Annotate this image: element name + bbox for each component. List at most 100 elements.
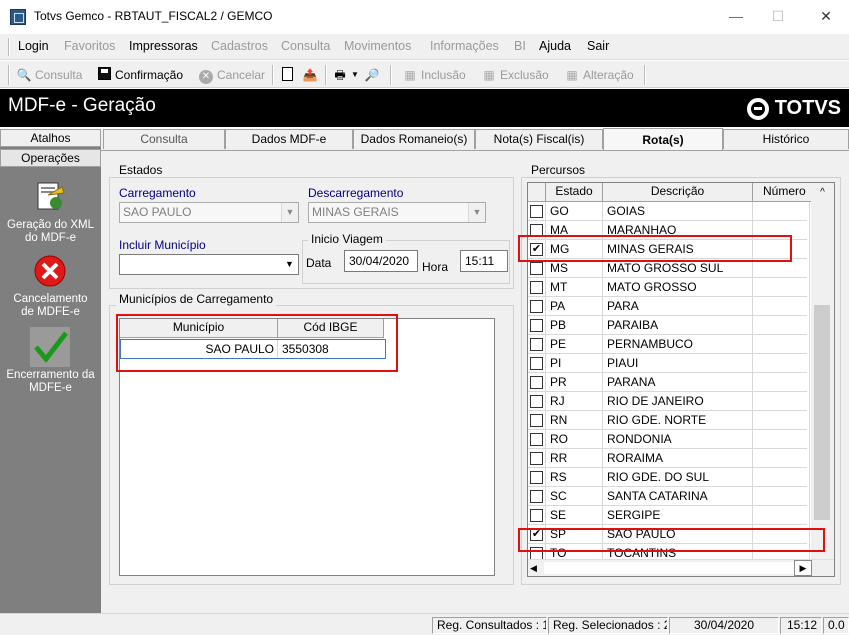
minimize-button[interactable]: —: [716, 4, 756, 28]
numero-cell[interactable]: [753, 449, 810, 468]
row-checkbox[interactable]: [530, 414, 543, 427]
numero-cell[interactable]: [753, 316, 810, 335]
scroll-track[interactable]: [544, 562, 794, 574]
table-row[interactable]: GO GOIAS: [528, 202, 810, 221]
tab-notas-fiscais[interactable]: Nota(s) Fiscal(is): [475, 129, 603, 149]
scroll-thumb[interactable]: [814, 305, 830, 520]
sidebar-item-cancelamento[interactable]: Cancelamento de MDFE-e: [0, 293, 101, 319]
new-document-button[interactable]: [279, 66, 295, 84]
table-row[interactable]: RS RIO GDE. DO SUL: [528, 468, 810, 487]
row-checkbox[interactable]: [530, 490, 543, 503]
numero-cell[interactable]: [753, 506, 810, 525]
inclusao-button[interactable]: ▦ Inclusão: [402, 66, 465, 84]
tab-dados-romaneios[interactable]: Dados Romaneio(s): [353, 129, 475, 149]
checkmark-icon[interactable]: [30, 327, 70, 367]
sidebar-tab-operacoes[interactable]: Operações: [0, 149, 101, 167]
vertical-scrollbar[interactable]: ^: [811, 183, 834, 559]
table-row[interactable]: RN RIO GDE. NORTE: [528, 411, 810, 430]
menu-sair[interactable]: Sair: [587, 39, 609, 53]
sidebar-tab-atalhos[interactable]: Atalhos: [0, 129, 101, 147]
carregamento-select[interactable]: SAO PAULO ▼: [119, 202, 299, 223]
chevron-down-icon[interactable]: ▼: [468, 203, 485, 222]
tab-dados-mdfe[interactable]: Dados MDF-e: [225, 129, 353, 149]
export-button[interactable]: 📤: [302, 66, 318, 84]
row-checkbox[interactable]: [530, 300, 543, 313]
chevron-down-icon[interactable]: ▼: [281, 255, 298, 274]
numero-cell[interactable]: [753, 202, 810, 221]
tab-historico[interactable]: Histórico: [723, 129, 849, 149]
tab-consulta[interactable]: Consulta: [103, 129, 225, 149]
row-checkbox[interactable]: [530, 509, 543, 522]
col-estado[interactable]: Estado: [546, 183, 603, 202]
xml-generate-icon[interactable]: [30, 177, 70, 217]
menu-bi[interactable]: BI: [514, 39, 526, 53]
numero-cell[interactable]: [753, 411, 810, 430]
exclusao-button[interactable]: ▦ Exclusão: [481, 66, 548, 84]
table-row[interactable]: SE SERGIPE: [528, 506, 810, 525]
row-checkbox[interactable]: [530, 433, 543, 446]
incluir-municipio-select[interactable]: ▼: [119, 254, 299, 275]
row-checkbox[interactable]: [530, 376, 543, 389]
preview-button[interactable]: 🔎: [364, 66, 380, 84]
close-button[interactable]: ✕: [806, 4, 846, 28]
numero-cell[interactable]: [753, 392, 810, 411]
menu-cadastros[interactable]: Cadastros: [211, 39, 268, 53]
numero-cell[interactable]: [753, 278, 810, 297]
table-row[interactable]: SC SANTA CATARINA: [528, 487, 810, 506]
col-descricao[interactable]: Descrição: [603, 183, 753, 202]
menu-favoritos[interactable]: Favoritos: [64, 39, 115, 53]
table-row[interactable]: PE PERNAMBUCO: [528, 335, 810, 354]
maximize-button[interactable]: ☐: [758, 4, 798, 28]
numero-cell[interactable]: [753, 297, 810, 316]
edit-grid-icon: ▦: [566, 68, 578, 82]
table-row[interactable]: MT MATO GROSSO: [528, 278, 810, 297]
scroll-right-icon[interactable]: ▶: [794, 560, 812, 576]
menu-consulta[interactable]: Consulta: [281, 39, 330, 53]
data-input[interactable]: 30/04/2020: [344, 250, 418, 272]
cancelar-button[interactable]: ✕ Cancelar: [198, 66, 265, 84]
hora-input[interactable]: 15:11: [460, 250, 508, 272]
print-button[interactable]: 🖶 ▼: [332, 66, 359, 84]
row-checkbox[interactable]: [530, 281, 543, 294]
col-numero[interactable]: Número: [753, 183, 815, 202]
table-row[interactable]: PI PIAUI: [528, 354, 810, 373]
numero-cell[interactable]: [753, 373, 810, 392]
descarregamento-select[interactable]: MINAS GERAIS ▼: [308, 202, 486, 223]
table-row[interactable]: PR PARANA: [528, 373, 810, 392]
row-checkbox[interactable]: [530, 319, 543, 332]
row-checkbox[interactable]: [530, 262, 543, 275]
numero-cell[interactable]: [753, 354, 810, 373]
numero-cell[interactable]: [753, 430, 810, 449]
table-row[interactable]: RR RORAIMA: [528, 449, 810, 468]
sidebar-item-geracao-xml[interactable]: Geração do XML do MDF-e: [0, 219, 101, 245]
row-checkbox[interactable]: [530, 205, 543, 218]
menu-login[interactable]: Login: [18, 39, 49, 53]
table-row[interactable]: RO RONDONIA: [528, 430, 810, 449]
descricao-cell: GOIAS: [603, 202, 753, 221]
table-row[interactable]: RJ RIO DE JANEIRO: [528, 392, 810, 411]
confirmacao-button[interactable]: Confirmação: [96, 66, 183, 84]
row-checkbox[interactable]: [530, 395, 543, 408]
alteracao-button[interactable]: ▦ Alteração: [564, 66, 633, 84]
row-checkbox[interactable]: [530, 471, 543, 484]
tab-rotas[interactable]: Rota(s): [603, 128, 723, 151]
menu-informacoes[interactable]: Informações: [430, 39, 499, 53]
row-checkbox[interactable]: [530, 338, 543, 351]
row-checkbox[interactable]: [530, 452, 543, 465]
menu-ajuda[interactable]: Ajuda: [539, 39, 571, 53]
table-row[interactable]: PA PARA: [528, 297, 810, 316]
table-row[interactable]: PB PARAIBA: [528, 316, 810, 335]
numero-cell[interactable]: [753, 487, 810, 506]
menu-movimentos[interactable]: Movimentos: [344, 39, 411, 53]
numero-cell[interactable]: [753, 468, 810, 487]
sidebar-item-encerramento[interactable]: Encerramento da MDFE-e: [0, 369, 101, 395]
horizontal-scrollbar[interactable]: ◀ ▶: [528, 559, 834, 576]
menu-impressoras[interactable]: Impressoras: [129, 39, 198, 53]
scroll-left-icon[interactable]: ◀: [530, 562, 542, 574]
cancel-red-icon[interactable]: [30, 253, 70, 293]
row-checkbox[interactable]: [530, 357, 543, 370]
numero-cell[interactable]: [753, 335, 810, 354]
consulta-button[interactable]: 🔍 Consulta: [16, 66, 83, 84]
chevron-down-icon[interactable]: ▼: [281, 203, 298, 222]
scroll-up-icon[interactable]: ^: [811, 183, 834, 202]
